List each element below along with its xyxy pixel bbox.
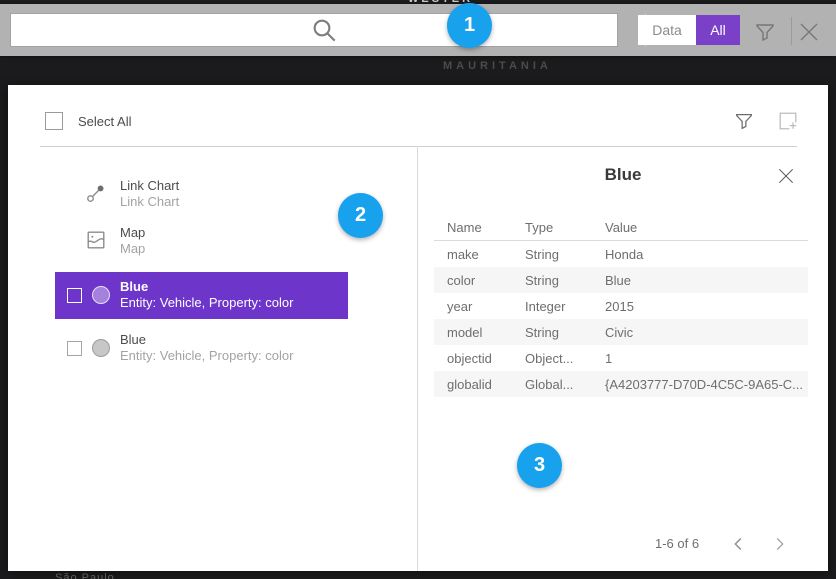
callout-badge-1: 1 — [447, 3, 492, 48]
cell-name: model — [434, 325, 525, 340]
search-icon — [21, 14, 627, 46]
filter-icon[interactable] — [753, 20, 777, 44]
callout-badge-3: 3 — [517, 443, 562, 488]
search-box[interactable] — [10, 13, 618, 47]
list-item-blue[interactable]: Blue Entity: Vehicle, Property: color — [55, 325, 348, 372]
header-divider — [40, 146, 797, 147]
pagination-prev-icon[interactable] — [728, 533, 750, 555]
map-label-sao-paulo: São Paulo — [55, 572, 115, 579]
app-screen: WESTER MAURITANIA São Paulo Data All — [0, 0, 836, 579]
list-item-subtitle: Map — [120, 241, 145, 257]
pagination-label: 1-6 of 6 — [655, 536, 699, 551]
cell-type: String — [525, 273, 605, 288]
cell-value: Blue — [605, 273, 808, 288]
item-checkbox[interactable] — [67, 288, 82, 303]
list-item-subtitle: Entity: Vehicle, Property: color — [120, 348, 293, 364]
cell-name: color — [434, 273, 525, 288]
col-header-name: Name — [434, 220, 525, 235]
table-row: objectid Object... 1 — [434, 345, 808, 371]
cell-type: String — [525, 247, 605, 262]
table-row: make String Honda — [434, 241, 808, 267]
item-checkbox[interactable] — [67, 341, 82, 356]
list-item-title: Blue — [120, 279, 293, 295]
detail-close-icon[interactable] — [776, 166, 796, 186]
callout-badge-2: 2 — [338, 193, 383, 238]
cell-name: make — [434, 247, 525, 262]
add-to-selection-icon[interactable] — [777, 110, 799, 132]
list-item-subtitle: Entity: Vehicle, Property: color — [120, 295, 293, 311]
col-header-type: Type — [525, 220, 605, 235]
cell-value: 1 — [605, 351, 808, 366]
detail-title: Blue — [418, 165, 828, 185]
scope-data-button[interactable]: Data — [638, 15, 696, 45]
cell-name: year — [434, 299, 525, 314]
results-filter-icon[interactable] — [733, 110, 755, 132]
link-chart-icon — [85, 182, 107, 204]
cell-value: 2015 — [605, 299, 808, 314]
entity-circle-icon — [92, 286, 110, 304]
scope-all-button[interactable]: All — [696, 15, 740, 45]
search-results-dialog: Select All Link Chart L — [8, 85, 828, 571]
scope-toggle: Data All — [638, 15, 740, 45]
cell-value: Honda — [605, 247, 808, 262]
select-all-checkbox[interactable] — [45, 112, 63, 130]
cell-type: Integer — [525, 299, 605, 314]
list-item-subtitle: Link Chart — [120, 194, 179, 210]
table-row: model String Civic — [434, 319, 808, 345]
select-all-label: Select All — [78, 114, 131, 129]
list-item-blue-selected[interactable]: Blue Entity: Vehicle, Property: color — [55, 272, 348, 319]
list-item-title: Map — [120, 225, 145, 241]
col-header-value: Value — [605, 220, 808, 235]
table-row: globalid Global... {A4203777-D70D-4C5C-9… — [434, 371, 808, 397]
close-search-icon[interactable] — [797, 20, 821, 44]
cell-value: {A4203777-D70D-4C5C-9A65-C... — [605, 377, 808, 392]
cell-type: Object... — [525, 351, 605, 366]
map-label-mauritania: MAURITANIA — [443, 60, 552, 72]
list-item-title: Blue — [120, 332, 293, 348]
cell-type: String — [525, 325, 605, 340]
cell-name: objectid — [434, 351, 525, 366]
cell-name: globalid — [434, 377, 525, 392]
list-item-title: Link Chart — [120, 178, 179, 194]
map-icon — [85, 229, 107, 251]
pagination-next-icon[interactable] — [768, 533, 790, 555]
entity-circle-icon — [92, 339, 110, 357]
table-header-row: Name Type Value — [434, 215, 808, 241]
table-row: year Integer 2015 — [434, 293, 808, 319]
table-row: color String Blue — [434, 267, 808, 293]
search-toolbar: Data All — [0, 4, 836, 56]
cell-type: Global... — [525, 377, 605, 392]
panel-divider — [417, 146, 418, 571]
attribute-table: Name Type Value make String Honda color … — [434, 215, 808, 397]
toolbar-divider — [791, 17, 792, 45]
cell-value: Civic — [605, 325, 808, 340]
